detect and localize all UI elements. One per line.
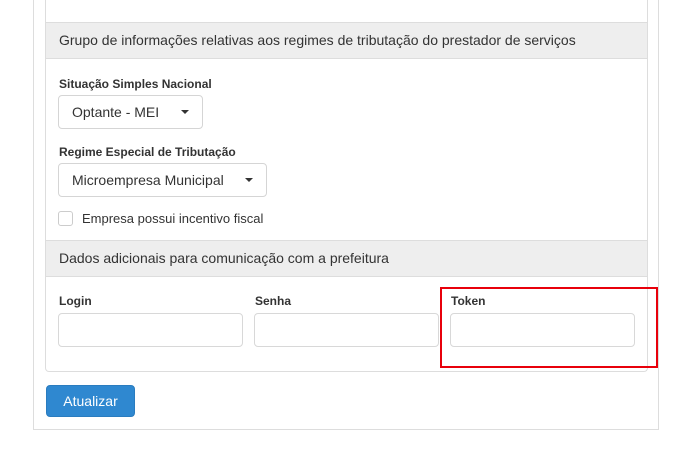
senha-input[interactable] [254, 313, 439, 347]
login-input[interactable] [58, 313, 243, 347]
senha-label: Senha [255, 294, 292, 308]
caret-down-icon [181, 110, 189, 114]
section-header-tributacao: Grupo de informações relativas aos regim… [46, 22, 647, 59]
regime-especial-value: Microempresa Municipal [72, 172, 224, 188]
caret-down-icon [245, 178, 253, 182]
token-highlight-annotation [440, 287, 658, 368]
atualizar-button[interactable]: Atualizar [46, 385, 135, 417]
incentivo-fiscal-checkbox[interactable] [58, 211, 73, 226]
login-label: Login [59, 294, 92, 308]
simples-nacional-value: Optante - MEI [72, 104, 160, 120]
simples-nacional-label: Situação Simples Nacional [59, 77, 212, 91]
regime-especial-select[interactable]: Microempresa Municipal [58, 163, 267, 197]
incentivo-fiscal-label: Empresa possui incentivo fiscal [82, 211, 264, 226]
regime-especial-label: Regime Especial de Tributação [59, 145, 236, 159]
simples-nacional-select[interactable]: Optante - MEI [58, 95, 203, 129]
section-header-prefeitura: Dados adicionais para comunicação com a … [46, 240, 647, 277]
